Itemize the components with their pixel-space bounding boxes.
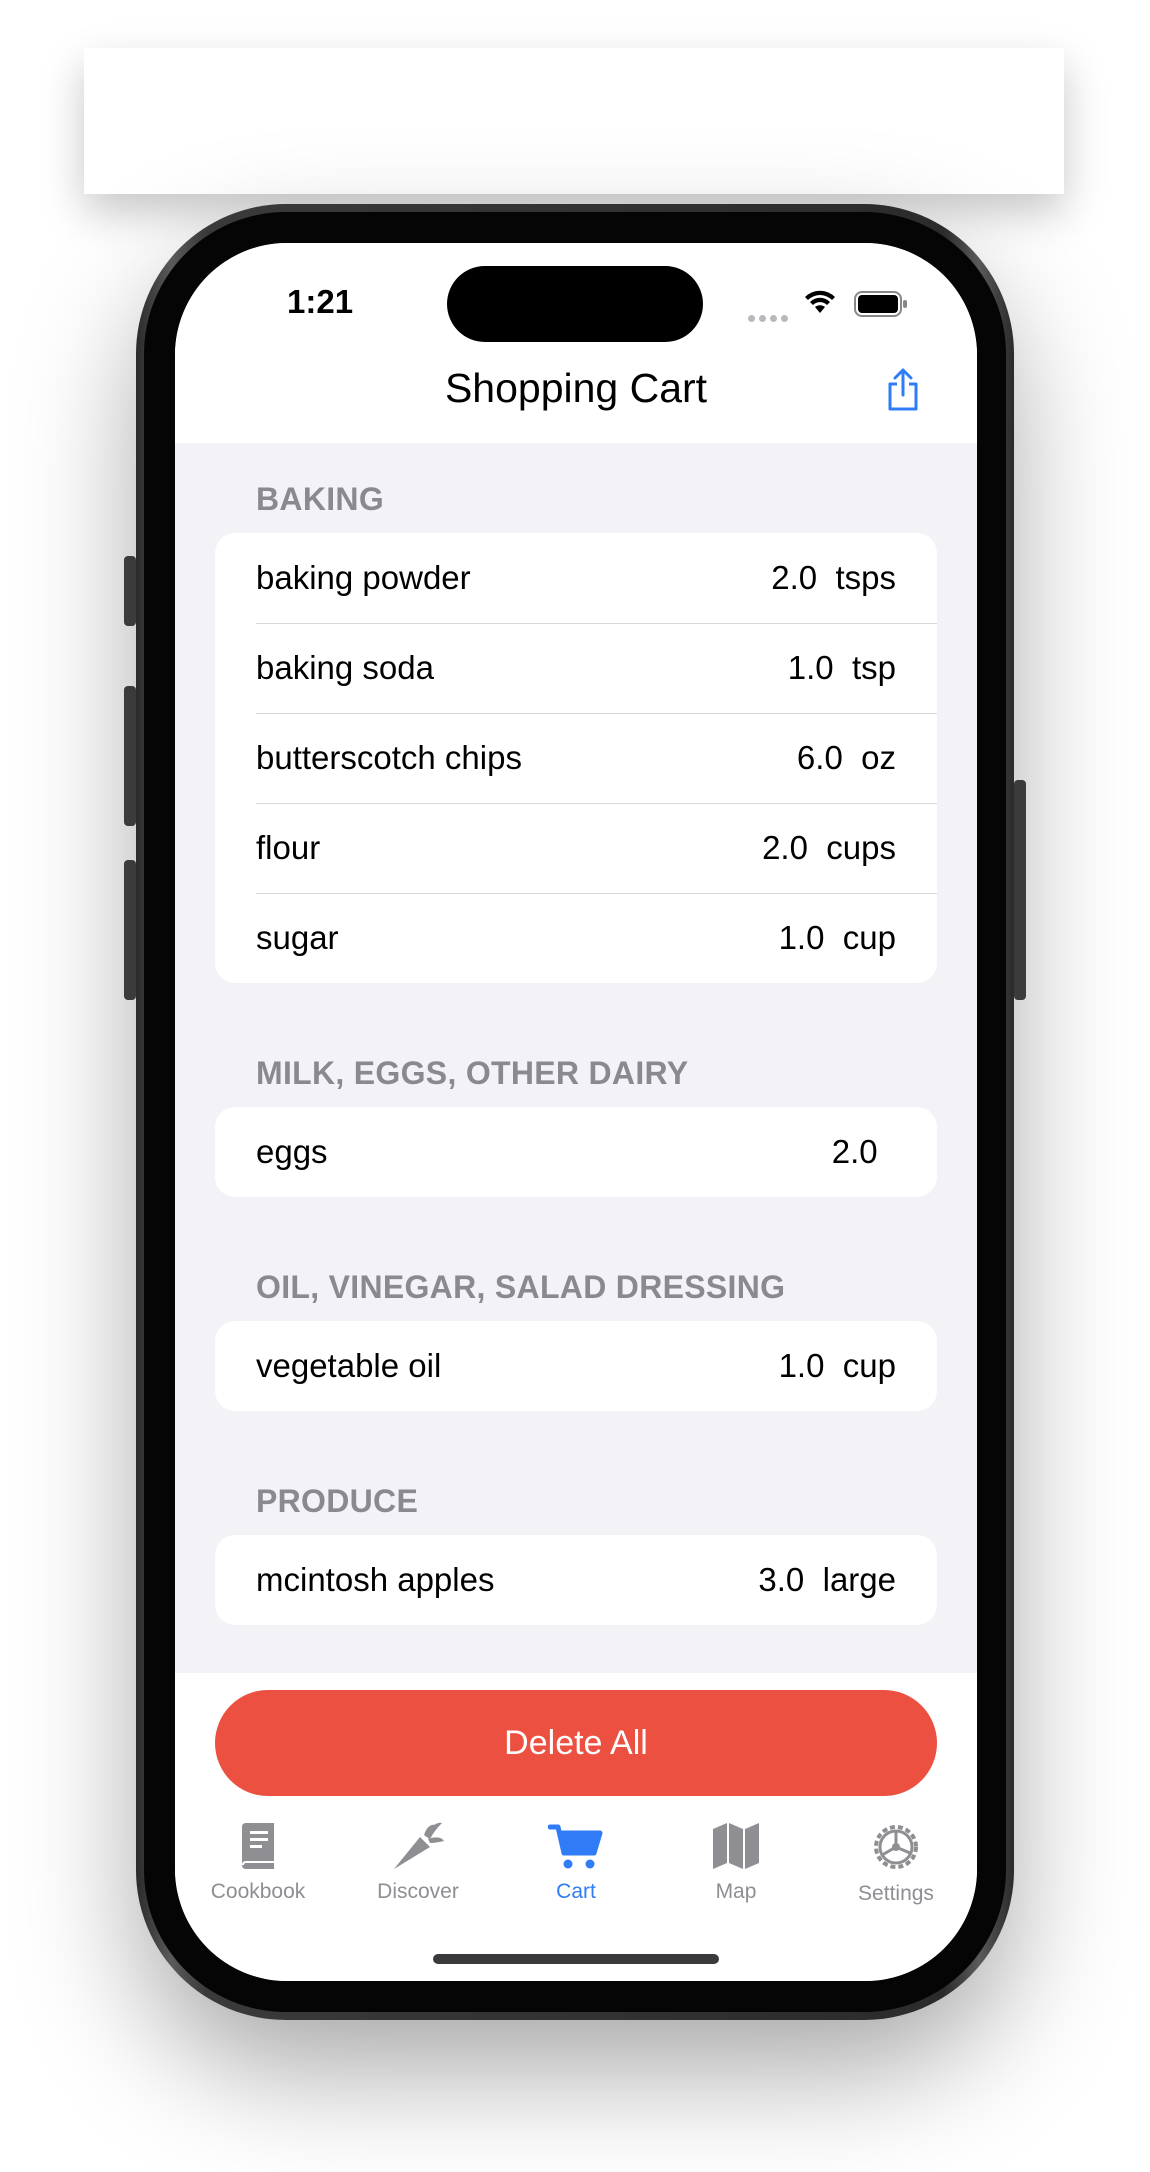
section-header-oil: OIL, VINEGAR, SALAD DRESSING: [256, 1269, 786, 1305]
item-name: eggs: [256, 1133, 328, 1170]
section-header-dairy: MILK, EGGS, OTHER DAIRY: [256, 1055, 689, 1091]
item-quantity: 1.0 cup: [778, 919, 896, 956]
section-group-baking: baking powder 2.0 tsps baking soda 1.0 t…: [215, 533, 937, 983]
item-quantity: 1.0 tsp: [787, 649, 896, 686]
volume-up-button: [124, 686, 136, 826]
tab-cookbook[interactable]: Cookbook: [183, 1821, 333, 1904]
item-quantity: 2.0 tsps: [771, 559, 896, 596]
tab-settings[interactable]: Settings: [821, 1821, 971, 1906]
section-header-baking: BAKING: [256, 481, 385, 517]
battery-icon: [854, 291, 908, 322]
item-name: butterscotch chips: [256, 739, 522, 776]
tab-label: Cookbook: [210, 1880, 306, 1903]
section-header-produce: PRODUCE: [256, 1483, 419, 1519]
list-item[interactable]: butterscotch chips 6.0 oz: [215, 713, 937, 803]
section-group-dairy: eggs 2.0: [215, 1107, 937, 1197]
tab-map[interactable]: Map: [661, 1821, 811, 1904]
item-quantity: 3.0 large: [758, 1561, 896, 1598]
item-quantity: 2.0: [831, 1133, 896, 1170]
section-group-produce: mcintosh apples 3.0 large: [215, 1535, 937, 1625]
wifi-icon: [803, 289, 837, 320]
map-icon: [713, 1823, 759, 1869]
list-item[interactable]: baking soda 1.0 tsp: [215, 623, 937, 713]
top-banner: [84, 48, 1064, 194]
tab-label: Settings: [858, 1882, 934, 1905]
volume-down-button: [124, 860, 136, 1000]
tab-cart[interactable]: Cart: [501, 1821, 651, 1904]
delete-all-button[interactable]: Delete All: [215, 1690, 937, 1796]
gear-icon: [874, 1825, 918, 1869]
tab-discover[interactable]: Discover: [343, 1821, 493, 1904]
item-name: sugar: [256, 919, 339, 956]
list-item[interactable]: vegetable oil 1.0 cup: [215, 1321, 937, 1411]
item-name: vegetable oil: [256, 1347, 442, 1384]
item-quantity: 6.0 oz: [796, 739, 896, 776]
list-item[interactable]: eggs 2.0: [215, 1107, 937, 1197]
list-item[interactable]: baking powder 2.0 tsps: [215, 533, 937, 623]
list-item[interactable]: flour 2.0 cups: [215, 803, 937, 893]
page-title: Shopping Cart: [444, 365, 708, 411]
navigation-header: 1:21 Shopping Cart: [175, 243, 977, 443]
item-name: baking powder: [256, 559, 471, 596]
cellular-signal-icon: [748, 309, 792, 327]
item-name: baking soda: [256, 649, 434, 686]
section-group-oil: vegetable oil 1.0 cup: [215, 1321, 937, 1411]
item-name: flour: [256, 829, 321, 866]
carrot-icon: [394, 1822, 444, 1869]
status-time: 1:21: [287, 283, 354, 320]
dynamic-island: [447, 266, 703, 342]
tab-label: Discover: [377, 1880, 459, 1903]
mute-switch: [124, 556, 136, 626]
item-name: mcintosh apples: [256, 1561, 495, 1598]
list-item[interactable]: sugar 1.0 cup: [215, 893, 937, 983]
list-item[interactable]: mcintosh apples 3.0 large: [215, 1535, 937, 1625]
home-indicator: [433, 1954, 719, 1964]
item-quantity: 1.0 cup: [778, 1347, 896, 1384]
tab-label: Map: [715, 1880, 757, 1903]
item-quantity: 2.0 cups: [762, 829, 896, 866]
share-icon: [888, 368, 918, 411]
phone-screen: 1:21 Shopping Cart BAKING baking powder …: [175, 243, 977, 1981]
tab-label: Cart: [556, 1880, 596, 1903]
power-button: [1014, 780, 1026, 1000]
share-button[interactable]: [885, 368, 921, 417]
cart-icon: [547, 1824, 603, 1869]
book-icon: [242, 1823, 274, 1869]
